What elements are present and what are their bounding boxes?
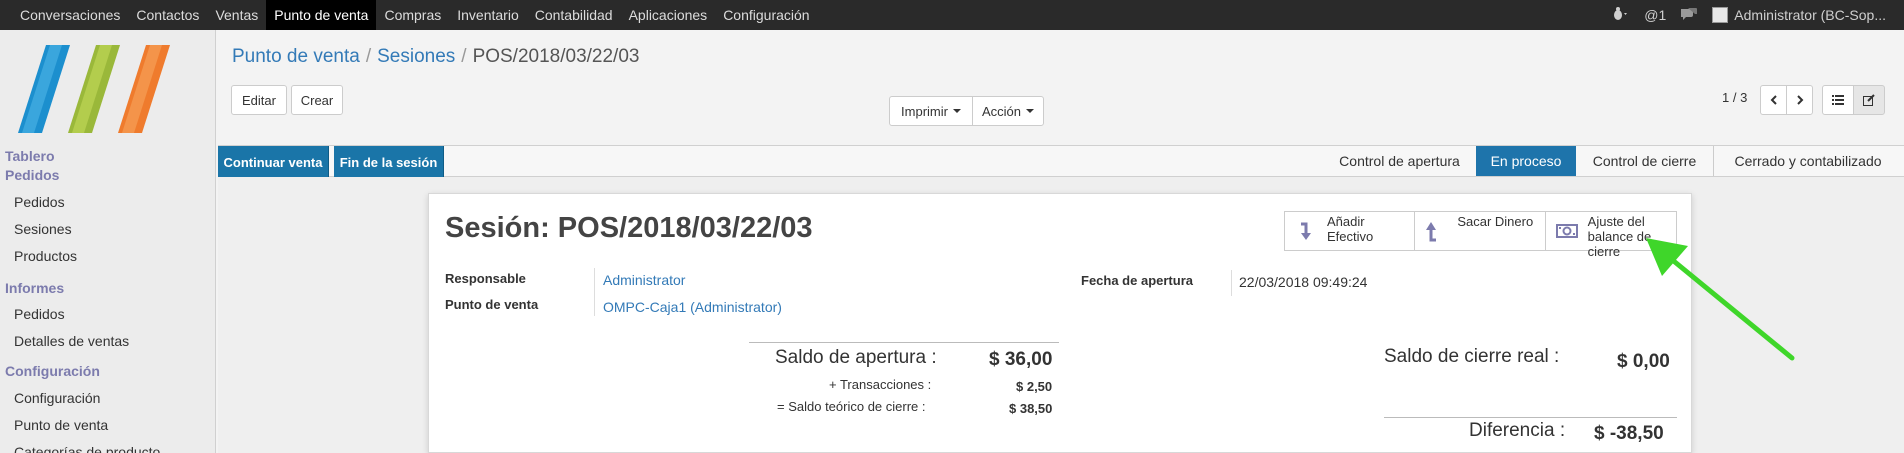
user-name: Administrator (BC-Sop...	[1734, 7, 1886, 23]
list-view-button[interactable]	[1822, 85, 1854, 115]
opening-balance-value: $ 36,00	[989, 349, 1053, 370]
pager-value: 1 / 3	[1722, 90, 1748, 105]
real-closing-label: Saldo de cierre real :	[1384, 346, 1560, 367]
stage-control-apertura: Control de apertura	[1339, 153, 1460, 169]
sidebar-head-configuracion: Configuración	[5, 363, 100, 379]
responsible-value[interactable]: Administrator	[603, 272, 685, 288]
menu-conversaciones[interactable]: Conversaciones	[12, 0, 128, 30]
breadcrumb-current: POS/2018/03/22/03	[472, 46, 640, 67]
stat-button-box: Añadir Efectivo Sacar Dinero Ajuste del …	[1284, 211, 1677, 259]
sidebar-item-detalles-ventas[interactable]: Detalles de ventas	[14, 333, 129, 349]
summary-divider	[1384, 417, 1677, 418]
menu-inventario[interactable]: Inventario	[449, 0, 526, 30]
annotation-arrow-icon	[1646, 238, 1795, 361]
session-stages: Control de apertura En proceso Control d…	[1323, 146, 1903, 176]
top-menu-bar: Conversaciones Contactos Ventas Punto de…	[0, 0, 1904, 30]
systray: @1 Administrator (BC-Sop...	[1612, 0, 1886, 30]
page-title: Sesión: POS/2018/03/22/03	[445, 212, 813, 244]
add-cash-button[interactable]: Añadir Efectivo	[1285, 212, 1416, 250]
bug-icon[interactable]	[1612, 6, 1630, 24]
sidebar-item-informes-pedidos[interactable]: Pedidos	[14, 306, 65, 322]
status-bar: Continuar venta Fin de la sesión Control…	[218, 145, 1904, 178]
action-dropdown[interactable]: Acción	[972, 96, 1044, 126]
chevron-right-icon	[1796, 95, 1803, 105]
pos-label: Punto de venta	[445, 297, 539, 312]
end-session-button[interactable]: Fin de la sesión	[334, 146, 444, 178]
menu-compras[interactable]: Compras	[376, 0, 449, 30]
responsible-label: Responsable	[445, 271, 526, 286]
list-icon	[1832, 95, 1844, 105]
menu-contabilidad[interactable]: Contabilidad	[527, 0, 621, 30]
sidebar-head-informes: Informes	[5, 280, 65, 296]
pager-previous[interactable]	[1760, 85, 1787, 115]
opening-balance-label: Saldo de apertura :	[775, 347, 937, 368]
theoretical-closing-value: $ 38,50	[1009, 401, 1053, 416]
chevron-down-icon	[952, 109, 961, 113]
pos-value[interactable]: OMPC-Caja1 (Administrator)	[603, 299, 782, 315]
menu-configuracion[interactable]: Configuración	[715, 0, 817, 30]
summary-divider	[749, 342, 1059, 343]
menu-contactos[interactable]: Contactos	[128, 0, 207, 30]
chat-icon[interactable]	[1680, 7, 1698, 24]
breadcrumb-separator: /	[365, 46, 372, 67]
transactions-value: $ 2,50	[1016, 379, 1053, 394]
create-button[interactable]: Crear	[291, 85, 343, 115]
field-divider	[1231, 270, 1232, 296]
main-menu: Conversaciones Contactos Ventas Punto de…	[12, 0, 818, 30]
sidebar-item-categorias[interactable]: Categorías de producto	[14, 444, 160, 453]
sidebar: Tablero Pedidos Pedidos Sesiones Product…	[0, 30, 216, 453]
sidebar-item-sesiones[interactable]: Sesiones	[14, 221, 72, 237]
breadcrumb-sesiones[interactable]: Sesiones	[377, 46, 455, 67]
stage-cerrado: Cerrado y contabilizado	[1734, 153, 1882, 169]
pos-logo-icon	[18, 45, 170, 133]
session-form-sheet: Sesión: POS/2018/03/22/03 Añadir Efectiv…	[428, 193, 1692, 453]
print-label: Imprimir	[901, 103, 948, 119]
menu-ventas[interactable]: Ventas	[207, 0, 266, 30]
continue-selling-button[interactable]: Continuar venta	[218, 146, 329, 178]
sidebar-item-punto-de-venta[interactable]: Punto de venta	[14, 417, 108, 433]
action-label: Acción	[981, 103, 1022, 119]
edit-button[interactable]: Editar	[231, 85, 287, 115]
take-money-label: Sacar Dinero	[1457, 214, 1534, 229]
breadcrumb-punto-de-venta[interactable]: Punto de venta	[232, 46, 360, 67]
chevron-down-icon	[1026, 109, 1035, 113]
opening-date-value: 22/03/2018 09:49:24	[1239, 274, 1368, 290]
add-cash-label: Añadir Efectivo	[1327, 214, 1374, 244]
field-divider	[594, 268, 595, 316]
transactions-label: + Transacciones :	[829, 377, 932, 392]
money-icon	[1555, 224, 1578, 238]
opening-date-label: Fecha de apertura	[1081, 273, 1193, 288]
cash-out-icon	[1426, 222, 1437, 242]
breadcrumb-separator: /	[461, 46, 467, 67]
sidebar-item-productos[interactable]: Productos	[14, 248, 77, 264]
print-dropdown[interactable]: Imprimir	[889, 96, 973, 126]
avatar	[1712, 7, 1729, 23]
chevron-left-icon	[1770, 95, 1777, 105]
stage-en-proceso: En proceso	[1476, 146, 1576, 176]
sidebar-head-pedidos: Pedidos	[5, 167, 60, 183]
pager-next[interactable]	[1786, 85, 1813, 115]
theoretical-closing-label: = Saldo teórico de cierre :	[777, 399, 926, 414]
menu-punto-de-venta[interactable]: Punto de venta	[266, 0, 377, 30]
sidebar-item-pedidos[interactable]: Pedidos	[14, 194, 65, 210]
menu-aplicaciones[interactable]: Aplicaciones	[621, 0, 716, 30]
edit-form-icon	[1863, 94, 1875, 106]
breadcrumb: Punto de venta / Sesiones / POS/2018/03/22/0…	[232, 46, 639, 68]
take-money-button[interactable]: Sacar Dinero	[1415, 212, 1546, 250]
sidebar-item-configuracion[interactable]: Configuración	[14, 390, 100, 406]
user-menu[interactable]: Administrator (BC-Sop...	[1712, 7, 1886, 23]
stage-control-cierre: Control de cierre	[1592, 153, 1697, 169]
cash-in-icon	[1301, 222, 1311, 240]
form-view-button[interactable]	[1853, 85, 1885, 115]
difference-value: $ -38,50	[1594, 423, 1664, 444]
difference-label: Diferencia :	[1469, 420, 1566, 441]
sidebar-head-tablero[interactable]: Tablero	[5, 148, 55, 164]
notifications-counter[interactable]: @1	[1644, 7, 1666, 23]
